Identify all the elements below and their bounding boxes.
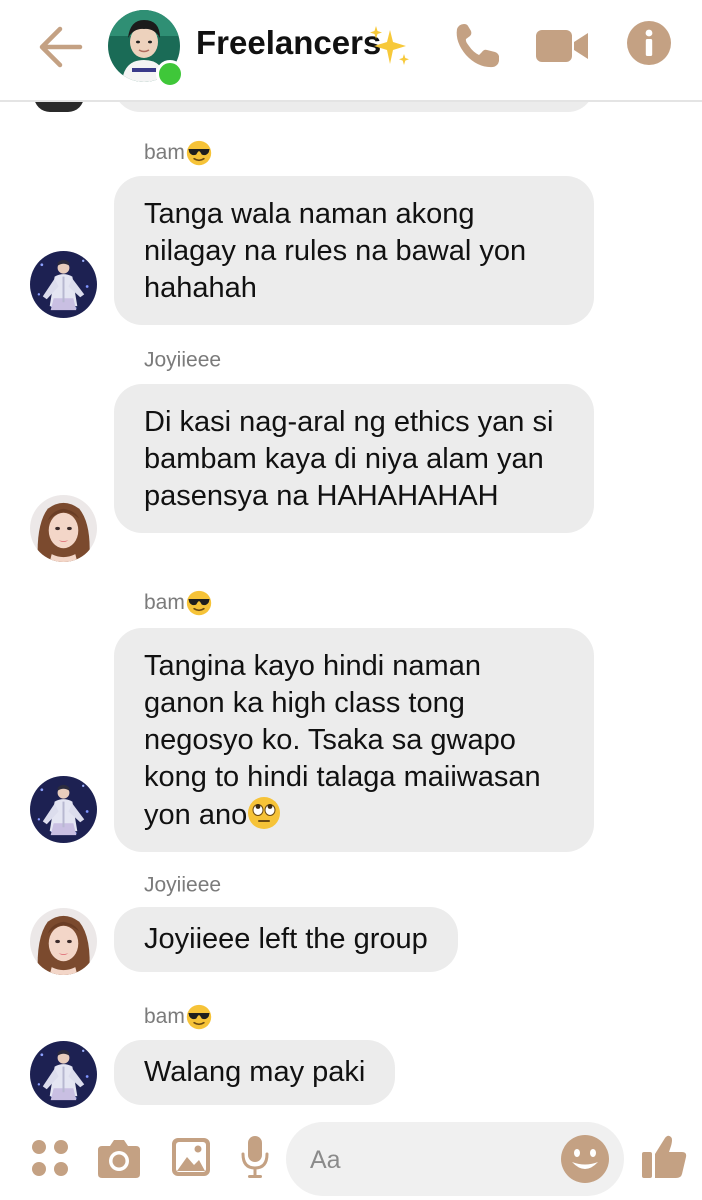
sender-name: bam xyxy=(144,1004,212,1030)
message-text: Tangina kayo hindi naman ganon ka high c… xyxy=(144,650,541,831)
thumbs-up-icon[interactable] xyxy=(640,1132,688,1180)
message-composer xyxy=(0,1118,702,1200)
sender-name: Joyiieee xyxy=(144,348,221,372)
avatar-joyiieee[interactable] xyxy=(30,908,97,975)
message-bubble[interactable]: Tangina kayo hindi naman ganon ka high c… xyxy=(114,628,594,852)
message-input-container xyxy=(286,1122,624,1196)
apps-icon[interactable] xyxy=(30,1138,70,1178)
sender-name: bam xyxy=(144,140,212,166)
video-call-icon[interactable] xyxy=(534,24,590,68)
sunglasses-emoji-icon xyxy=(186,1004,212,1030)
sender-label: Joyiieee xyxy=(144,348,222,372)
message-bubble[interactable]: Joyiieee left the group xyxy=(114,907,458,972)
sender-label: bam xyxy=(144,591,185,614)
sender-name: bam xyxy=(144,590,212,616)
message-bubble[interactable]: Tanga wala naman akong nilagay na rules … xyxy=(114,176,594,325)
avatar-bam[interactable] xyxy=(30,251,97,318)
sender-label: bam xyxy=(144,1005,185,1028)
message-text: Tanga wala naman akong nilagay na rules … xyxy=(144,198,527,304)
gallery-icon[interactable] xyxy=(170,1136,212,1178)
message-bubble[interactable]: Di kasi nag-aral ng ethics yan si bambam… xyxy=(114,384,594,533)
sender-label: Joyiieee xyxy=(144,873,222,897)
smiley-emoji-icon[interactable] xyxy=(560,1134,610,1184)
message-text: Walang may paki xyxy=(144,1056,366,1088)
messenger-screen: Freelancers bam Tanga wala naman akong n… xyxy=(0,0,702,1200)
chat-title[interactable]: Freelancers xyxy=(196,24,381,62)
avatar-joyiieee[interactable] xyxy=(30,495,97,562)
microphone-icon[interactable] xyxy=(240,1134,270,1180)
message-input[interactable] xyxy=(308,1134,552,1186)
sparkles-emoji-icon xyxy=(370,26,409,65)
sender-name: Joyiieee xyxy=(144,873,221,897)
avatar-bam[interactable] xyxy=(30,1041,97,1108)
sender-label: bam xyxy=(144,141,185,164)
message-text: Joyiieee left the group xyxy=(144,923,428,955)
sunglasses-emoji-icon xyxy=(186,140,212,166)
message-bubble[interactable]: Walang may paki xyxy=(114,1040,396,1105)
back-arrow-icon[interactable] xyxy=(36,22,86,72)
phone-call-icon[interactable] xyxy=(452,20,504,72)
avatar-bam[interactable] xyxy=(30,776,97,843)
camera-icon[interactable] xyxy=(96,1136,142,1180)
online-status-dot xyxy=(156,60,184,88)
chat-header: Freelancers xyxy=(0,0,702,102)
sunglasses-emoji-icon xyxy=(186,590,212,616)
eye-roll-emoji-icon xyxy=(248,797,281,829)
info-icon[interactable] xyxy=(626,20,672,66)
message-text: Di kasi nag-aral ng ethics yan si bambam… xyxy=(144,406,554,512)
